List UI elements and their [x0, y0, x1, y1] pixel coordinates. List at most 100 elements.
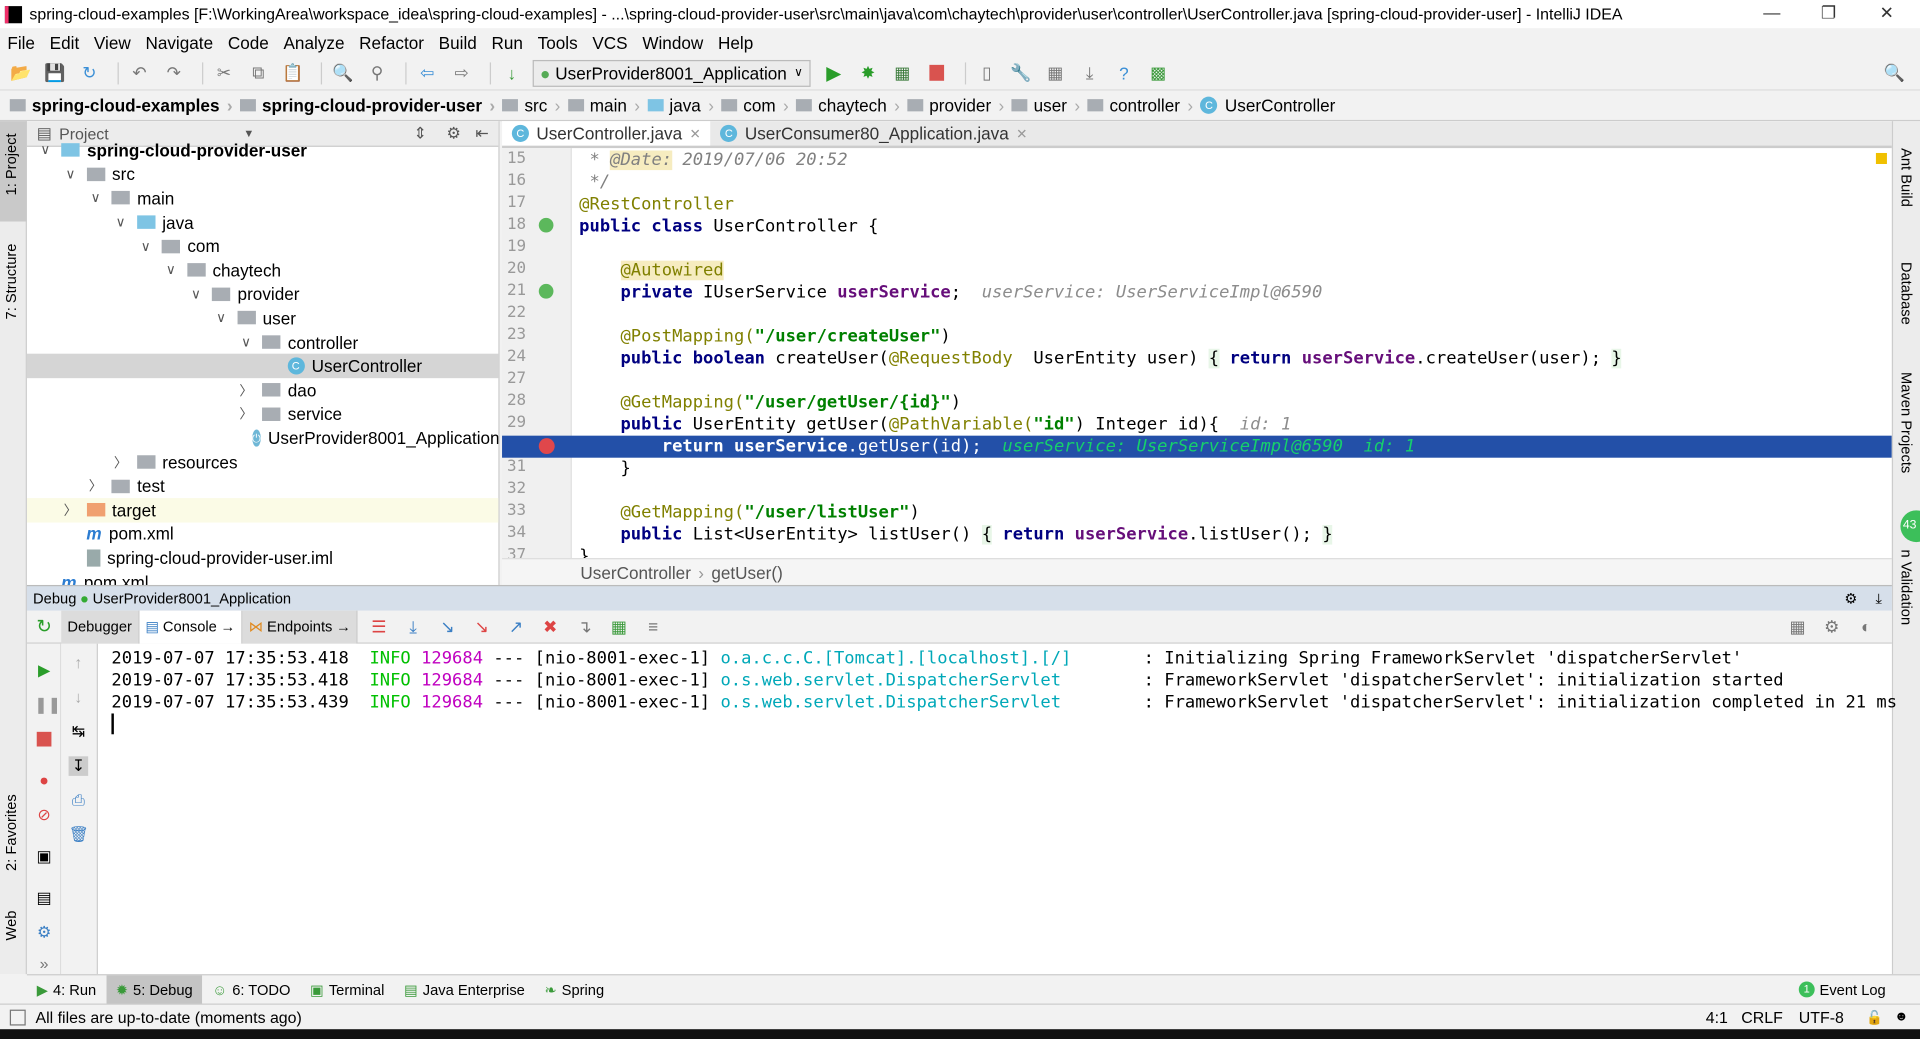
mute-breakpoints-icon[interactable]: ⊘	[34, 805, 54, 825]
warning-marker[interactable]	[1875, 152, 1887, 164]
code-line[interactable]: */	[502, 171, 1892, 193]
tree-item[interactable]: ∨ com	[27, 234, 498, 258]
code-line[interactable]	[502, 237, 1892, 259]
chevron-down-icon[interactable]: ∨	[37, 142, 54, 159]
show-execution-point-icon[interactable]: ☰	[365, 614, 392, 638]
console-output[interactable]: 2019-07-07 17:35:53.418 INFO 129684 --- …	[97, 643, 1897, 975]
toggle-tool-windows-icon[interactable]	[9, 1009, 26, 1025]
tree-item[interactable]: ∨ src	[27, 162, 498, 186]
structure-tool-button[interactable]: 7: Structure	[2, 244, 19, 320]
menu-tools[interactable]: Tools	[538, 32, 578, 52]
menu-build[interactable]: Build	[439, 32, 477, 52]
menu-view[interactable]: View	[94, 32, 131, 52]
project-tool-button[interactable]: 1: Project	[2, 133, 19, 195]
chevron-down-icon[interactable]: ∨	[112, 214, 129, 231]
breadcrumb-item[interactable]: chaytech ›	[796, 95, 900, 115]
tab-debugger[interactable]: Debugger	[61, 610, 140, 644]
device-icon[interactable]: ▯	[973, 61, 1000, 85]
down-arrow-icon[interactable]: ↓	[69, 688, 89, 708]
menu-help[interactable]: Help	[718, 32, 753, 52]
spring-bean-icon[interactable]	[538, 283, 554, 299]
tree-item[interactable]: spring-cloud-provider-user.iml	[27, 546, 498, 570]
code-line[interactable]: @GetMapping("/user/listUser")	[502, 502, 1892, 524]
database-tool-button[interactable]: Database	[1898, 262, 1915, 325]
tool-window-todo[interactable]: ☺ 6: TODO	[202, 975, 300, 1004]
chevron-down-icon[interactable]: ∨	[238, 334, 255, 350]
view-breakpoints-icon[interactable]: ●	[34, 771, 54, 791]
breadcrumb-item[interactable]: spring-cloud-provider-user ›	[239, 95, 495, 115]
debug-icon[interactable]: ✸	[855, 61, 882, 85]
tree-item[interactable]: ⏻ UserProvider8001_Application	[27, 426, 498, 450]
forward-icon[interactable]: ⇨	[448, 61, 475, 85]
soft-wrap-icon[interactable]: ↹	[69, 722, 89, 742]
step-into-icon[interactable]: ↘	[434, 614, 461, 638]
menu-vcs[interactable]: VCS	[592, 32, 627, 52]
help-icon[interactable]: ?	[1110, 61, 1137, 85]
restore-button[interactable]: ❐	[1821, 2, 1836, 23]
code-line[interactable]: public List<UserEntity> listUser() { ret…	[502, 524, 1892, 546]
code-line[interactable]: public class UserController {	[502, 215, 1892, 237]
web-tool-button[interactable]: Web	[2, 911, 19, 941]
validation-badge[interactable]: 43	[1900, 510, 1920, 543]
save-icon[interactable]: 💾	[42, 61, 69, 85]
memory-icon[interactable]: ◐	[1853, 614, 1880, 638]
code-line[interactable]: public boolean createUser(@RequestBody U…	[502, 348, 1892, 370]
print-icon[interactable]: ⎙	[69, 791, 89, 811]
line-separator[interactable]: CRLF	[1741, 1008, 1783, 1026]
settings-icon[interactable]: ⚙	[1818, 614, 1845, 638]
trace-icon[interactable]: ≡	[640, 614, 667, 638]
menu-analyze[interactable]: Analyze	[283, 32, 344, 52]
validation-tool-button[interactable]: n Validation	[1898, 549, 1915, 625]
breadcrumb-item[interactable]: java ›	[647, 95, 714, 115]
menu-window[interactable]: Window	[642, 32, 703, 52]
step-over-icon[interactable]: ⤓	[400, 614, 427, 638]
up-arrow-icon[interactable]: ↑	[69, 654, 89, 674]
layout-icon[interactable]: ▤	[34, 888, 54, 908]
breadcrumb-item[interactable]: user ›	[1011, 95, 1080, 115]
settings-icon[interactable]: 🔧	[1008, 61, 1035, 85]
breadcrumb-item[interactable]: com ›	[721, 95, 789, 115]
menu-navigate[interactable]: Navigate	[145, 32, 213, 52]
favorites-tool-button[interactable]: 2: Favorites	[2, 794, 19, 871]
file-encoding[interactable]: UTF-8	[1799, 1008, 1844, 1026]
run-icon[interactable]: ▶	[820, 61, 847, 85]
minimize-button[interactable]: —	[1763, 2, 1780, 22]
hide-icon[interactable]: ⤓	[1876, 589, 1883, 607]
chevron-down-icon[interactable]: ∨	[87, 190, 104, 207]
force-step-into-icon[interactable]: ↘	[468, 614, 495, 638]
breakpoint-icon[interactable]	[538, 438, 555, 455]
scroll-to-end-icon[interactable]: ↧	[68, 756, 89, 776]
menu-edit[interactable]: Edit	[50, 32, 80, 52]
tool-window-javaenterprise[interactable]: ▤ Java Enterprise	[394, 975, 534, 1004]
breadcrumb-item[interactable]: C UserController	[1200, 95, 1335, 115]
editor-tab[interactable]: C UserController.java ✕	[502, 121, 711, 146]
lock-icon[interactable]: 🔓	[1866, 1009, 1883, 1025]
code-line[interactable]: private IUserService userService; userSe…	[502, 281, 1892, 303]
more-icon[interactable]: »	[34, 955, 54, 975]
chevron-down-icon[interactable]: ∨	[62, 166, 79, 183]
code-line[interactable]	[502, 480, 1892, 502]
run-to-cursor-icon[interactable]: ↴	[571, 614, 598, 638]
menu-file[interactable]: File	[7, 32, 35, 52]
tool-window-debug[interactable]: ✹ 5: Debug	[106, 974, 203, 1005]
chevron-down-icon[interactable]: ∨	[137, 238, 154, 254]
step-out-icon[interactable]: ↗	[503, 614, 530, 638]
editor-crumb-class[interactable]: UserController	[580, 562, 691, 582]
editor-crumb-method[interactable]: getUser()	[711, 562, 782, 582]
tree-item[interactable]: 〉 resources	[27, 450, 498, 474]
breadcrumb-item[interactable]: main ›	[567, 95, 640, 115]
rerun-icon[interactable]: ↻	[27, 616, 61, 638]
chevron-down-icon[interactable]: ∨	[162, 262, 179, 278]
caret-position[interactable]: 4:1	[1706, 1008, 1728, 1026]
tree-item[interactable]: C UserController	[26, 354, 499, 379]
tree-item[interactable]: ∨ main	[27, 186, 498, 210]
project-structure-icon[interactable]: ▦	[1042, 61, 1069, 85]
tree-item[interactable]: m pom.xml	[27, 570, 498, 585]
tool-window-terminal[interactable]: ▣ Terminal	[300, 975, 394, 1004]
back-icon[interactable]: ⇦	[414, 61, 441, 85]
current-execution-line[interactable]: return userService.getUser(id); userServ…	[502, 435, 1892, 458]
chevron-down-icon[interactable]: ∨	[187, 286, 204, 302]
find-icon[interactable]: 🔍	[329, 61, 356, 85]
tree-item[interactable]: ∨ controller	[27, 330, 498, 354]
tree-item[interactable]: 〉 test	[27, 474, 498, 498]
